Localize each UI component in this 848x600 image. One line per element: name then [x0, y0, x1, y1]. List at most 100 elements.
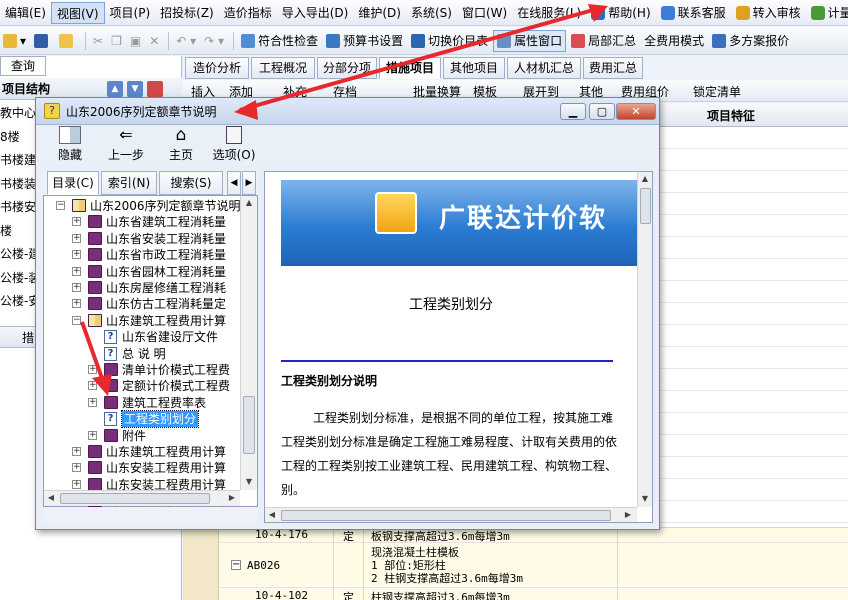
new-icon[interactable]: ▾: [0, 30, 29, 52]
expand-icon[interactable]: +: [72, 266, 81, 276]
scroll-right-icon[interactable]: ▶: [621, 508, 635, 522]
scroll-right-icon[interactable]: ▶: [225, 491, 239, 505]
expand-icon[interactable]: +: [72, 217, 81, 227]
menu-item[interactable]: 窗口(W): [457, 2, 512, 24]
tab-3[interactable]: 分部分项: [317, 57, 377, 79]
tree-node[interactable]: 总 说 明: [122, 346, 166, 362]
minimize-button[interactable]: ▁: [560, 103, 586, 120]
menu-item[interactable]: 在线服务(L): [512, 2, 586, 24]
tab-search[interactable]: 搜索(S): [159, 171, 223, 195]
multi-plan-button[interactable]: 多方案报价: [709, 30, 792, 52]
tree-node[interactable]: 山东省建设厅文件: [122, 329, 218, 345]
tab-6[interactable]: 人材机汇总: [507, 57, 581, 79]
undo-icon[interactable]: ↶ ▾: [173, 30, 199, 52]
menu-item[interactable]: 造价指标: [219, 2, 277, 24]
tree-node[interactable]: 清单计价模式工程费: [122, 362, 230, 378]
tree-node[interactable]: 定额计价模式工程费: [122, 378, 230, 394]
delete-icon[interactable]: ✕: [146, 30, 162, 52]
expand-icon[interactable]: +: [72, 233, 81, 243]
tab-index[interactable]: 索引(N): [101, 171, 157, 195]
move-down-icon[interactable]: ▼: [127, 81, 143, 97]
content-hscrollbar[interactable]: ◀ ▶: [265, 507, 637, 522]
remove-icon[interactable]: [147, 81, 163, 97]
expand-icon[interactable]: +: [72, 479, 81, 489]
back-button[interactable]: ⇐ 上一步: [104, 126, 148, 163]
menu-item[interactable]: 项目(P): [105, 2, 156, 24]
expand-icon[interactable]: +: [88, 365, 97, 374]
tab-2[interactable]: 工程概况: [251, 57, 315, 79]
tree-node[interactable]: 工程类别划分: [120, 410, 200, 429]
menu-item[interactable]: 编辑(E): [0, 2, 51, 24]
menu-item[interactable]: 维护(D): [353, 2, 406, 24]
scroll-up-icon[interactable]: ▲: [638, 172, 652, 186]
menu-item[interactable]: 联系客服: [656, 2, 731, 24]
table-row[interactable]: 10-4-176 定 板钢支撑高超过3.6m每增3m: [183, 528, 848, 543]
property-window-button[interactable]: 属性窗口: [493, 29, 567, 52]
full-cost-mode-button[interactable]: 全费用模式: [641, 30, 707, 52]
table-row[interactable]: 31 − AB026 现浇混凝土柱模板 1 部位:矩形柱 2 柱钢支撑高超过3.…: [183, 542, 848, 586]
expand-icon[interactable]: +: [72, 250, 81, 260]
folder-icon[interactable]: [56, 30, 79, 52]
paste-icon[interactable]: ▣: [127, 30, 144, 52]
tree-node[interactable]: 山东2006序列定额章节说明: [90, 198, 241, 214]
redo-icon[interactable]: ↷ ▾: [201, 30, 227, 52]
scroll-thumb[interactable]: [640, 188, 651, 224]
menu-item[interactable]: 系统(S): [406, 2, 457, 24]
tree-node[interactable]: 山东省安装工程消耗量: [106, 231, 226, 247]
tree-hscrollbar[interactable]: ◀ ▶: [44, 490, 240, 506]
options-button[interactable]: 选项(O): [212, 126, 256, 163]
tree-node[interactable]: 山东省市政工程消耗量: [106, 247, 226, 263]
scroll-thumb[interactable]: [60, 493, 210, 504]
scroll-thumb[interactable]: [243, 396, 255, 454]
subtoolbar-item[interactable]: 锁定清单: [693, 83, 741, 100]
scroll-down-icon[interactable]: ▼: [638, 492, 652, 506]
maximize-button[interactable]: ▢: [589, 103, 615, 120]
partial-summary-button[interactable]: 局部汇总: [568, 30, 639, 52]
cut-icon[interactable]: ✂: [90, 30, 106, 52]
expand-icon[interactable]: +: [72, 463, 81, 473]
scroll-left-icon[interactable]: ◀: [44, 491, 58, 505]
expand-icon[interactable]: +: [88, 430, 97, 440]
tab-4[interactable]: 措施项目: [379, 57, 441, 79]
collapse-icon[interactable]: −: [56, 201, 65, 210]
collapse-icon[interactable]: −: [72, 315, 81, 325]
tree-node[interactable]: 附件: [122, 428, 146, 444]
menu-item[interactable]: 计量: [806, 2, 848, 24]
tree-node[interactable]: 山东建筑工程费用计算: [106, 313, 226, 329]
dialog-titlebar[interactable]: ? 山东2006序列定额章节说明 ▁ ▢ ✕: [36, 98, 659, 125]
expand-icon[interactable]: +: [88, 381, 97, 391]
menu-item[interactable]: 招投标(Z): [155, 2, 219, 24]
tab-contents[interactable]: 目录(C): [47, 171, 99, 195]
tree-node[interactable]: 山东建筑工程费用计算: [106, 444, 226, 460]
expand-icon[interactable]: +: [72, 299, 81, 309]
tab-scroll-left[interactable]: ◀: [227, 171, 241, 195]
menu-item[interactable]: 帮助(H): [586, 2, 655, 24]
expand-icon[interactable]: +: [88, 397, 97, 407]
scroll-left-icon[interactable]: ◀: [265, 508, 279, 522]
copy-icon[interactable]: ❐: [108, 30, 125, 52]
content-vscrollbar[interactable]: ▲ ▼: [637, 172, 652, 507]
tab-5[interactable]: 其他项目: [443, 57, 505, 79]
switch-pricelist-button[interactable]: 切换价目表: [408, 30, 491, 52]
menu-item[interactable]: 转入审核: [731, 2, 806, 24]
save-icon[interactable]: [31, 30, 54, 52]
tab-1[interactable]: 造价分析: [185, 57, 249, 79]
home-button[interactable]: ⌂ 主页: [166, 126, 196, 163]
move-up-icon[interactable]: ▲: [107, 81, 123, 97]
tab-scroll-right[interactable]: ▶: [242, 171, 256, 195]
tree-vscrollbar[interactable]: ▲ ▼: [240, 196, 257, 490]
table-row[interactable]: 10-4-102 定 柱钢支撑高超过3.6m每增3m: [183, 587, 848, 600]
tree-node[interactable]: 山东仿古工程消耗量定: [106, 296, 226, 312]
query-tab[interactable]: 查询: [0, 56, 46, 76]
scroll-up-icon[interactable]: ▲: [242, 196, 256, 210]
expand-icon[interactable]: +: [72, 283, 81, 292]
close-button[interactable]: ✕: [616, 103, 656, 120]
tree-node[interactable]: 山东房屋修缮工程消耗: [106, 280, 226, 296]
tree-node[interactable]: 山东省园林工程消耗量: [106, 264, 226, 280]
budget-settings-button[interactable]: 预算书设置: [323, 30, 406, 52]
collapse-icon[interactable]: −: [231, 560, 241, 570]
tab-7[interactable]: 费用汇总: [583, 57, 643, 79]
tree-node[interactable]: 建筑工程费率表: [122, 395, 206, 411]
check-button[interactable]: 符合性检查: [238, 30, 321, 52]
menu-item[interactable]: 导入导出(D): [277, 2, 354, 24]
